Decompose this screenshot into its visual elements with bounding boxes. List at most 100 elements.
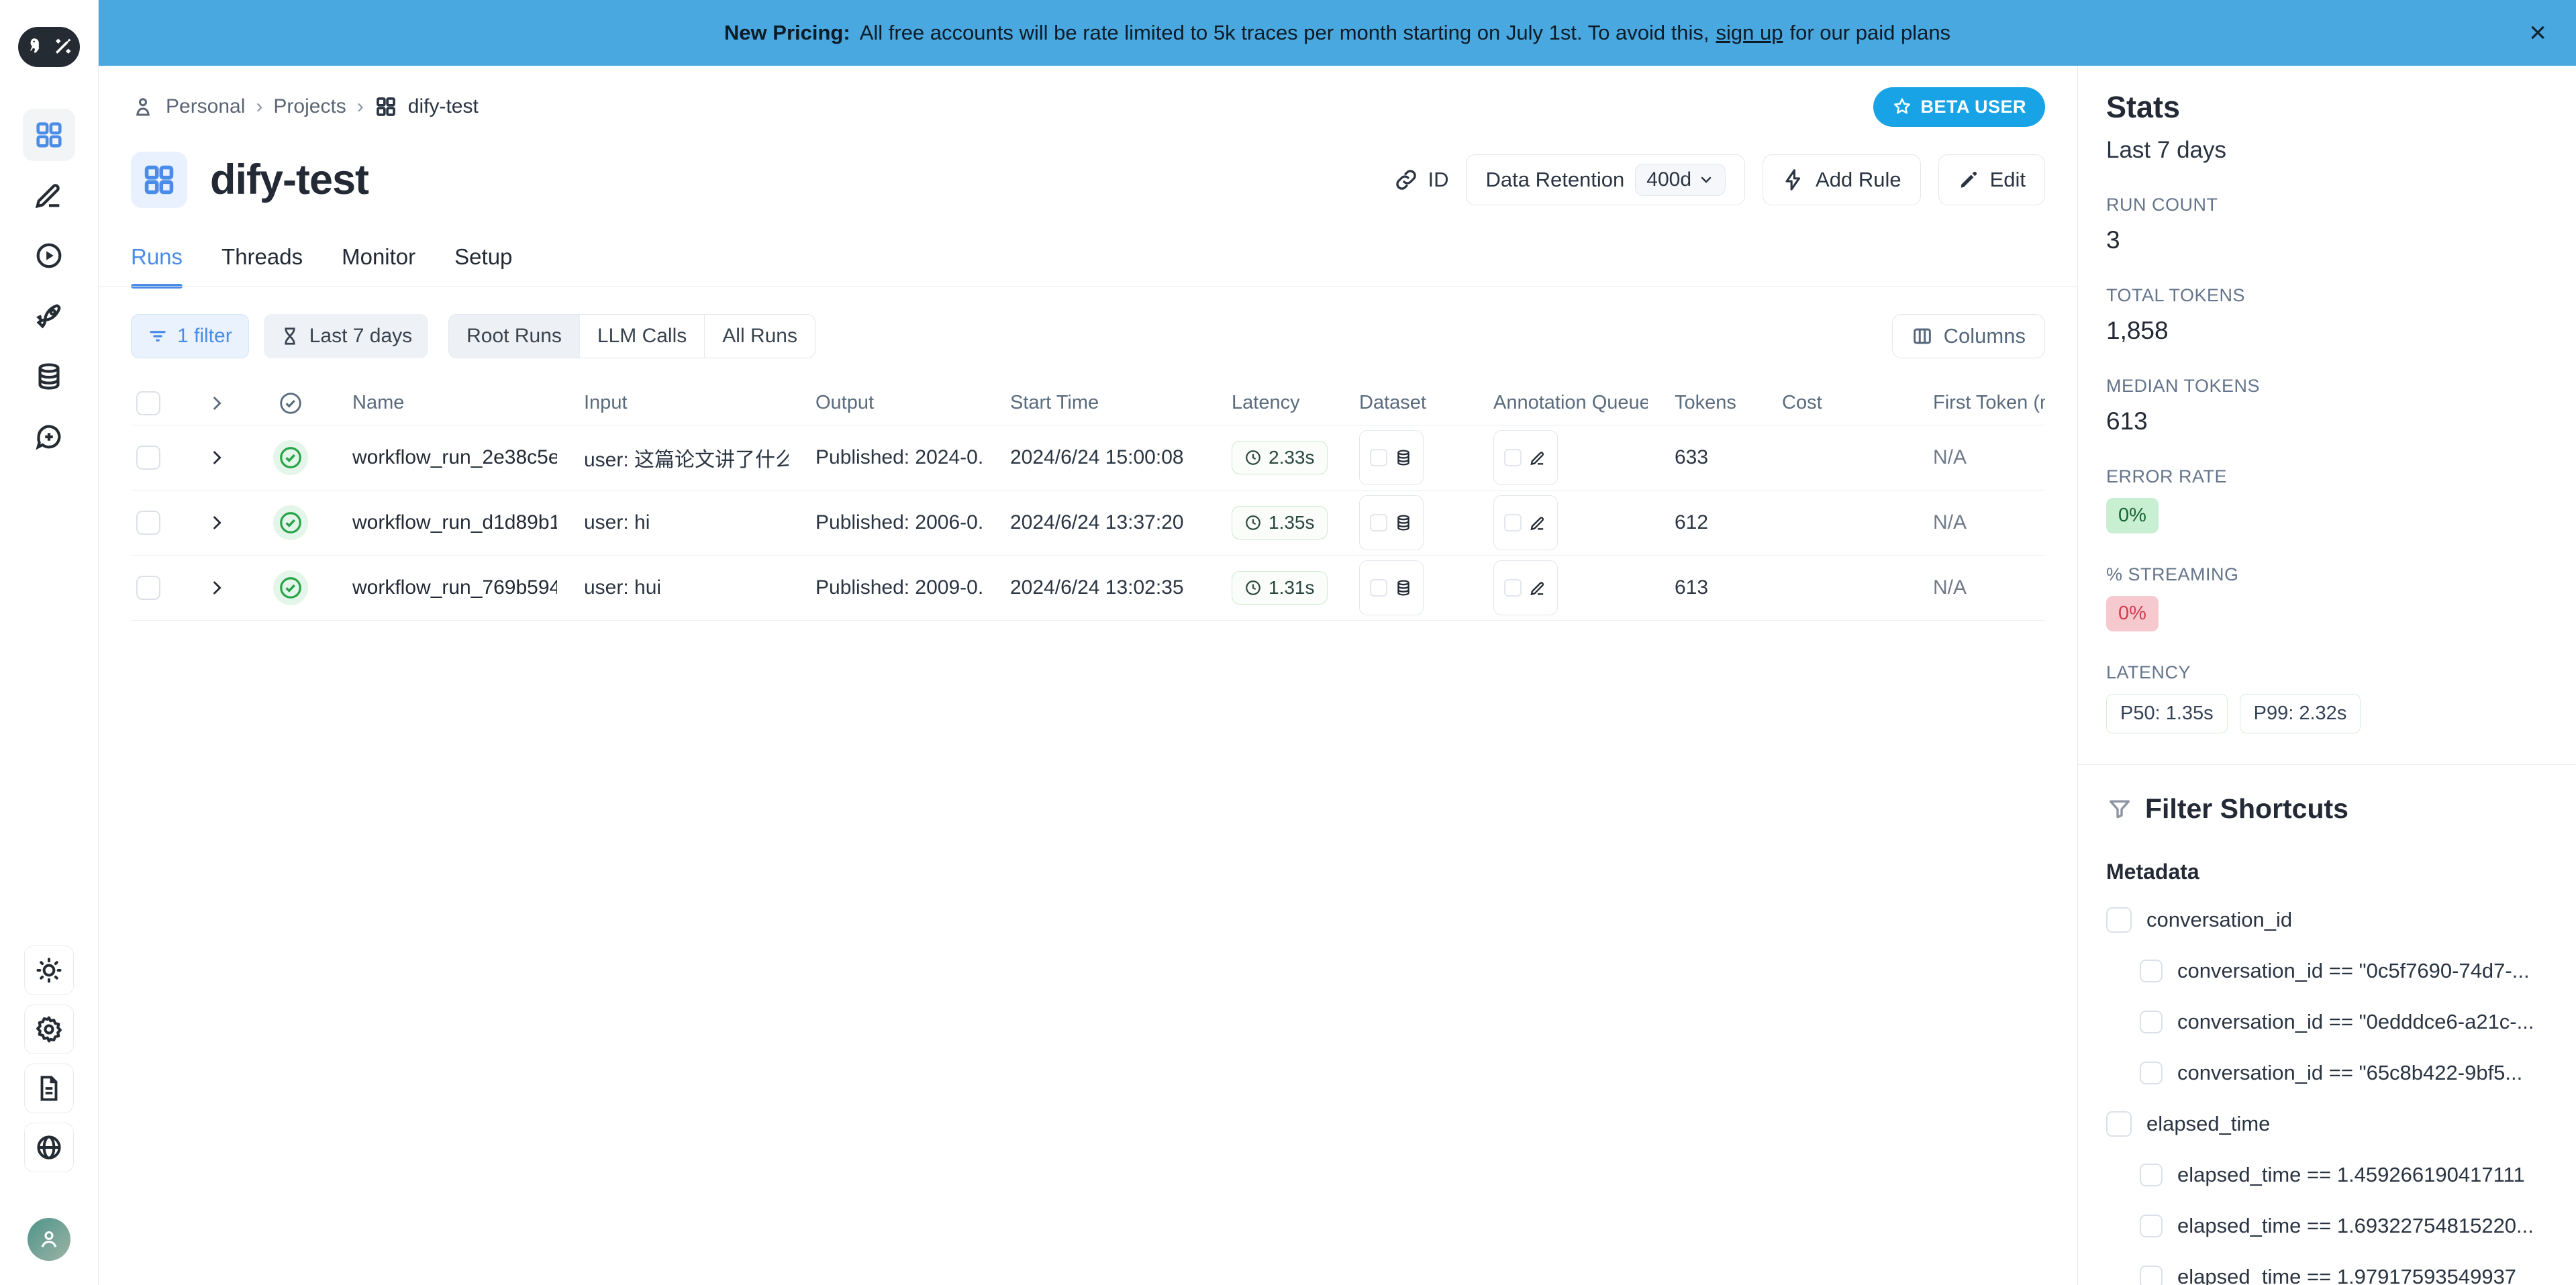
- header-cost: Cost: [1755, 392, 1906, 414]
- table-row[interactable]: workflow_run_769b5945 user: hui Publishe…: [131, 556, 2045, 621]
- mini-checkbox: [1504, 579, 1522, 597]
- shortcut-item-label: elapsed_time == 1.97917593549937: [2177, 1265, 2516, 1285]
- person-icon: [38, 1228, 60, 1251]
- row-checkbox[interactable]: [136, 511, 160, 535]
- median-tokens-value: 613: [2106, 407, 2549, 435]
- chevron-right-icon: ›: [256, 95, 262, 118]
- shortcut-checkbox[interactable]: [2140, 960, 2163, 982]
- langsmith-logo[interactable]: [18, 27, 80, 67]
- funnel-icon: [2106, 796, 2133, 823]
- breadcrumb: Personal › Projects › dify-test: [131, 95, 479, 119]
- mini-checkbox: [1370, 579, 1387, 597]
- sidebar-item-deployments[interactable]: [23, 290, 75, 342]
- segment-all-runs[interactable]: All Runs: [705, 315, 815, 358]
- tab-bar: Runs Threads Monitor Setup: [131, 244, 2045, 287]
- add-to-dataset-button[interactable]: [1359, 560, 1424, 615]
- panel-divider: [2078, 764, 2576, 765]
- add-to-annotation-queue-button[interactable]: [1493, 560, 1558, 615]
- banner-signup-link[interactable]: sign up: [1716, 21, 1783, 45]
- sidebar-item-feedback[interactable]: [23, 411, 75, 463]
- sidebar-item-datasets[interactable]: [23, 350, 75, 403]
- row-expand-chevron-icon[interactable]: [207, 513, 226, 532]
- filter-lines-icon: [148, 326, 168, 346]
- data-retention-button[interactable]: Data Retention 400d: [1466, 154, 1745, 205]
- shortcut-item-label: elapsed_time == 1.459266190417111: [2177, 1163, 2525, 1187]
- add-rule-button[interactable]: Add Rule: [1763, 154, 1921, 205]
- segment-llm-calls[interactable]: LLM Calls: [580, 315, 705, 358]
- tab-threads[interactable]: Threads: [221, 244, 303, 287]
- row-checkbox[interactable]: [136, 446, 160, 470]
- gear-icon: [34, 1015, 64, 1044]
- edit-button[interactable]: Edit: [1938, 154, 2045, 205]
- header-tokens: Tokens: [1648, 392, 1755, 414]
- settings-button[interactable]: [24, 1005, 74, 1054]
- database-icon: [1394, 578, 1413, 597]
- theme-toggle[interactable]: [24, 945, 74, 995]
- tools-icon: [52, 37, 72, 57]
- shortcut-checkbox[interactable]: [2140, 1215, 2163, 1237]
- web-button[interactable]: [24, 1123, 74, 1172]
- expand-all-chevron-icon[interactable]: [207, 394, 226, 413]
- sidebar-item-projects[interactable]: [23, 109, 75, 161]
- docs-button[interactable]: [24, 1064, 74, 1113]
- filter-count-button[interactable]: 1 filter: [131, 314, 249, 358]
- breadcrumb-projects[interactable]: Projects: [273, 95, 346, 118]
- header-annotation-queue: Annotation Queue: [1467, 392, 1648, 414]
- left-sidebar: [0, 0, 99, 1285]
- row-expand-chevron-icon[interactable]: [207, 448, 226, 467]
- projects-grid-icon: [34, 119, 64, 150]
- run-tokens: 612: [1648, 511, 1755, 534]
- shortcut-checkbox[interactable]: [2106, 1111, 2132, 1137]
- segment-root-runs[interactable]: Root Runs: [449, 315, 580, 358]
- run-first-token: N/A: [1906, 511, 2045, 534]
- header-first-token: First Token (ms): [1906, 392, 2045, 414]
- time-range-button[interactable]: Last 7 days: [264, 314, 428, 358]
- run-first-token: N/A: [1906, 446, 2045, 469]
- pencil-icon: [1528, 448, 1547, 467]
- shortcut-group-label: conversation_id: [2146, 908, 2292, 932]
- table-row[interactable]: workflow_run_2e38c5el user: 这篇论文讲了什么... …: [131, 425, 2045, 491]
- shortcut-checkbox[interactable]: [2140, 1062, 2163, 1084]
- shortcut-checkbox[interactable]: [2140, 1266, 2163, 1285]
- error-rate-badge: 0%: [2106, 498, 2159, 533]
- breadcrumb-current[interactable]: dify-test: [408, 95, 479, 118]
- tab-monitor[interactable]: Monitor: [342, 244, 415, 287]
- shortcut-checkbox[interactable]: [2140, 1164, 2163, 1186]
- select-all-checkbox[interactable]: [136, 391, 160, 415]
- table-row[interactable]: workflow_run_d1d89b1e user: hi Published…: [131, 491, 2045, 556]
- run-name[interactable]: workflow_run_2e38c5el: [326, 446, 557, 469]
- shortcut-item: elapsed_time == 1.459266190417111: [2140, 1160, 2549, 1190]
- time-range-label: Last 7 days: [309, 325, 412, 348]
- sidebar-item-annotation[interactable]: [23, 169, 75, 221]
- row-expand-chevron-icon[interactable]: [207, 578, 226, 597]
- breadcrumb-personal[interactable]: Personal: [166, 95, 245, 118]
- copy-id-button[interactable]: ID: [1394, 168, 1448, 192]
- run-tokens: 633: [1648, 446, 1755, 469]
- add-to-dataset-button[interactable]: [1359, 430, 1424, 485]
- shortcut-item: conversation_id == "0c5f7690-74d7-...: [2140, 956, 2549, 986]
- shortcut-checkbox[interactable]: [2140, 1011, 2163, 1033]
- sidebar-item-playground[interactable]: [23, 229, 75, 282]
- pricing-banner: New Pricing: All free accounts will be r…: [99, 0, 2576, 66]
- row-checkbox[interactable]: [136, 576, 160, 600]
- shortcut-item: elapsed_time == 1.69322754815220...: [2140, 1211, 2549, 1241]
- project-grid-icon: [375, 95, 397, 118]
- shortcut-item: conversation_id == "65c8b422-9bf5...: [2140, 1058, 2549, 1088]
- run-name[interactable]: workflow_run_769b5945: [326, 576, 557, 599]
- tab-runs[interactable]: Runs: [131, 244, 183, 287]
- add-to-annotation-queue-button[interactable]: [1493, 495, 1558, 550]
- shortcut-group: elapsed_time: [2106, 1109, 2549, 1139]
- add-to-dataset-button[interactable]: [1359, 495, 1424, 550]
- clock-icon: [1244, 514, 1262, 531]
- shortcut-checkbox[interactable]: [2106, 907, 2132, 933]
- run-name[interactable]: workflow_run_d1d89b1e: [326, 511, 557, 534]
- main-content: Personal › Projects › dify-test BETA USE…: [99, 66, 2077, 1285]
- header-output: Output: [789, 392, 983, 414]
- columns-button[interactable]: Columns: [1892, 314, 2045, 358]
- user-avatar[interactable]: [28, 1218, 70, 1261]
- retention-value-dropdown[interactable]: 400d: [1635, 164, 1726, 196]
- run-output: Published: 2009-0...: [789, 576, 983, 599]
- banner-close-icon[interactable]: ×: [2529, 18, 2546, 48]
- tab-setup[interactable]: Setup: [454, 244, 512, 287]
- add-to-annotation-queue-button[interactable]: [1493, 430, 1558, 485]
